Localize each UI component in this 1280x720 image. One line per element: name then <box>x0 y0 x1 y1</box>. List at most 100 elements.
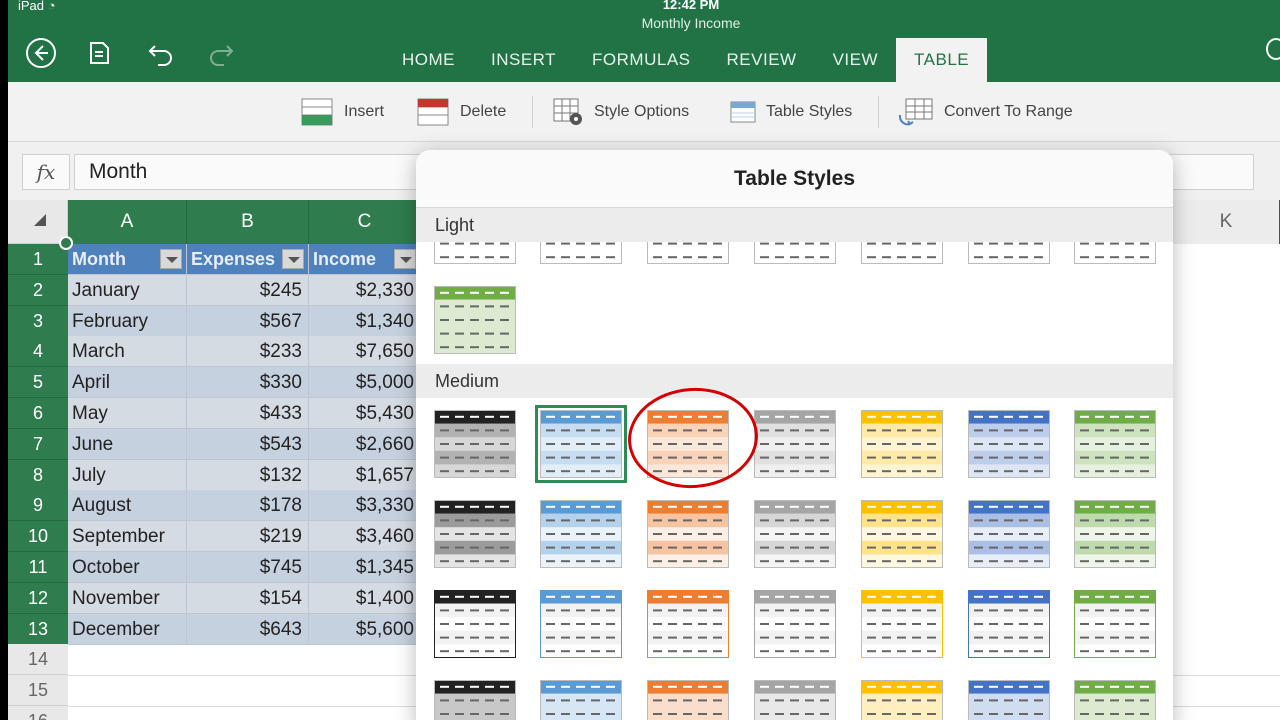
table-style-thumbnail[interactable] <box>1074 242 1156 264</box>
table-style-thumbnail[interactable] <box>754 590 836 658</box>
table-cell[interactable]: May <box>68 398 187 429</box>
table-style-thumbnail[interactable] <box>647 680 729 720</box>
tab-insert[interactable]: INSERT <box>473 38 574 82</box>
table-cell[interactable]: January <box>68 274 187 306</box>
table-cell[interactable]: $567 <box>187 305 309 337</box>
table-style-thumbnail[interactable] <box>540 590 622 658</box>
table-style-thumbnail[interactable] <box>1074 410 1156 478</box>
table-style-thumbnail-cropped[interactable] <box>647 242 729 264</box>
table-style-thumbnail[interactable] <box>434 680 516 720</box>
table-cell[interactable]: $154 <box>187 582 309 614</box>
table-cell[interactable]: $1,345 <box>309 552 421 583</box>
table-style-thumbnail[interactable] <box>540 242 622 264</box>
table-styles-button[interactable]: Table Styles <box>730 94 852 130</box>
table-style-thumbnail-cropped[interactable] <box>1074 242 1156 264</box>
table-style-thumbnail[interactable] <box>434 590 516 658</box>
table-style-thumbnail[interactable] <box>968 500 1050 568</box>
table-style-thumbnail[interactable] <box>1074 680 1156 720</box>
row-header-2[interactable]: 2 <box>8 274 68 306</box>
table-cell[interactable]: $1,657 <box>309 459 421 491</box>
row-header-7[interactable]: 7 <box>8 428 68 460</box>
column-header-a[interactable]: A <box>68 200 187 244</box>
table-style-thumbnail[interactable] <box>968 590 1050 658</box>
table-cell[interactable]: August <box>68 490 187 522</box>
undo-icon[interactable] <box>144 36 178 70</box>
column-header-k[interactable]: K <box>1173 200 1280 244</box>
table-style-thumbnail[interactable] <box>861 242 943 264</box>
table-cell[interactable]: $330 <box>187 367 309 399</box>
row-header-6[interactable]: 6 <box>8 398 68 429</box>
share-icon[interactable] <box>1266 38 1280 60</box>
table-style-thumbnail-cropped[interactable] <box>861 242 943 264</box>
table-style-thumbnail[interactable] <box>647 590 729 658</box>
column-header-b[interactable]: B <box>187 200 309 244</box>
table-cell[interactable]: $5,600 <box>309 613 421 645</box>
row-header-11[interactable]: 11 <box>8 552 68 583</box>
table-style-thumbnail[interactable] <box>540 680 622 720</box>
filter-dropdown-icon[interactable] <box>160 249 182 269</box>
table-style-thumbnail[interactable] <box>754 680 836 720</box>
table-cell[interactable]: $5,430 <box>309 398 421 429</box>
column-header-c[interactable]: C <box>309 200 421 244</box>
table-style-thumbnail[interactable] <box>754 500 836 568</box>
table-cell[interactable]: $3,330 <box>309 490 421 522</box>
table-cell[interactable]: April <box>68 367 187 399</box>
table-style-thumbnail[interactable] <box>968 242 1050 264</box>
table-cell[interactable]: $1,340 <box>309 305 421 337</box>
row-header-1[interactable]: 1 <box>8 244 68 275</box>
row-header-10[interactable]: 10 <box>8 521 68 553</box>
table-style-thumbnail-cropped[interactable] <box>540 242 622 264</box>
row-header-5[interactable]: 5 <box>8 367 68 399</box>
row-header-15[interactable]: 15 <box>8 675 68 707</box>
table-cell[interactable]: $1,400 <box>309 582 421 614</box>
table-style-thumbnail[interactable] <box>754 242 836 264</box>
row-header-8[interactable]: 8 <box>8 459 68 491</box>
table-cell[interactable]: $2,660 <box>309 428 421 460</box>
table-style-thumbnail-cropped[interactable] <box>754 242 836 264</box>
table-style-thumbnail[interactable] <box>1074 500 1156 568</box>
table-style-thumbnail[interactable] <box>434 286 516 354</box>
tab-table[interactable]: TABLE <box>896 38 988 82</box>
table-cell[interactable]: $5,000 <box>309 367 421 399</box>
table-style-thumbnail[interactable] <box>754 410 836 478</box>
row-header-4[interactable]: 4 <box>8 336 68 368</box>
tab-view[interactable]: VIEW <box>815 38 896 82</box>
table-style-thumbnail[interactable] <box>540 500 622 568</box>
function-icon[interactable]: fx <box>22 154 70 190</box>
table-style-thumbnail[interactable] <box>434 500 516 568</box>
table-style-thumbnail[interactable] <box>535 405 627 483</box>
file-options-icon[interactable] <box>82 36 116 70</box>
convert-to-range-button[interactable]: Convert To Range <box>898 94 1073 130</box>
row-header-9[interactable]: 9 <box>8 490 68 522</box>
filter-dropdown-icon[interactable] <box>394 249 416 269</box>
table-header-cell[interactable]: Income <box>309 244 421 275</box>
tab-home[interactable]: HOME <box>384 38 473 82</box>
table-cell[interactable]: $433 <box>187 398 309 429</box>
table-cell[interactable]: March <box>68 336 187 368</box>
table-style-thumbnail[interactable] <box>861 500 943 568</box>
delete-button[interactable]: Delete <box>416 94 506 130</box>
row-header-12[interactable]: 12 <box>8 582 68 614</box>
selection-handle-top[interactable] <box>59 236 73 250</box>
row-header-14[interactable]: 14 <box>8 644 68 676</box>
table-cell[interactable]: $3,460 <box>309 521 421 553</box>
back-icon[interactable] <box>24 36 58 70</box>
table-cell[interactable]: $132 <box>187 459 309 491</box>
redo-icon[interactable] <box>204 36 238 70</box>
table-style-thumbnail[interactable] <box>968 410 1050 478</box>
tab-review[interactable]: REVIEW <box>709 38 815 82</box>
style-options-button[interactable]: Style Options <box>552 94 689 130</box>
table-cell[interactable]: $245 <box>187 274 309 306</box>
table-cell[interactable]: December <box>68 613 187 645</box>
table-style-thumbnail[interactable] <box>861 410 943 478</box>
table-cell[interactable]: $219 <box>187 521 309 553</box>
table-cell[interactable]: $7,650 <box>309 336 421 368</box>
table-cell[interactable]: $643 <box>187 613 309 645</box>
row-header-16[interactable]: 16 <box>8 706 68 720</box>
insert-button[interactable]: Insert <box>300 94 384 130</box>
table-style-thumbnail[interactable] <box>1074 590 1156 658</box>
table-cell[interactable]: October <box>68 552 187 583</box>
table-style-thumbnail[interactable] <box>434 242 516 264</box>
table-header-cell[interactable]: Expenses <box>187 244 309 275</box>
table-cell[interactable]: $745 <box>187 552 309 583</box>
